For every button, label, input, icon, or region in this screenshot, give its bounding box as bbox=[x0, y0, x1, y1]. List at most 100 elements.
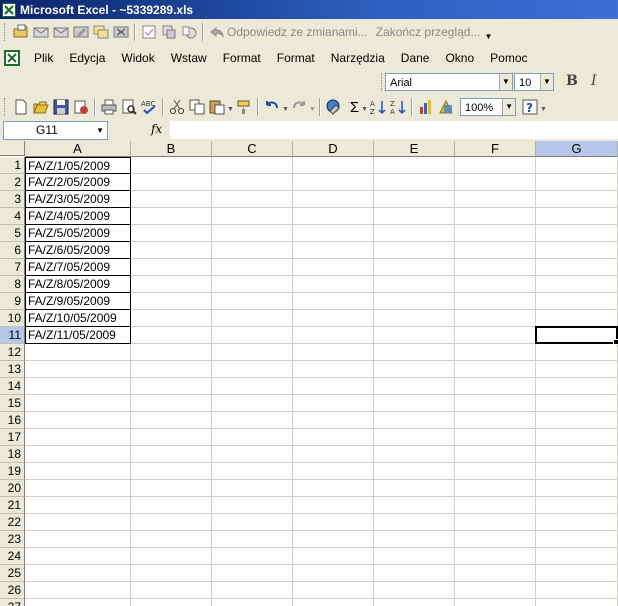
row-header-26[interactable]: 26 bbox=[0, 582, 25, 599]
cell-b18[interactable] bbox=[131, 446, 212, 463]
cell-e20[interactable] bbox=[374, 480, 455, 497]
cell-a10[interactable]: FA/Z/10/05/2009 bbox=[25, 310, 131, 327]
cell-a21[interactable] bbox=[25, 497, 131, 514]
reply-with-changes-icon[interactable] bbox=[209, 24, 225, 40]
row-header-3[interactable]: 3 bbox=[0, 191, 25, 208]
cell-f14[interactable] bbox=[455, 378, 536, 395]
cell-d19[interactable] bbox=[293, 463, 374, 480]
cell-a16[interactable] bbox=[25, 412, 131, 429]
cell-g23[interactable] bbox=[536, 531, 618, 548]
cell-d2[interactable] bbox=[293, 174, 374, 191]
row-header-18[interactable]: 18 bbox=[0, 446, 25, 463]
revisions-icon[interactable] bbox=[181, 24, 197, 40]
cell-e13[interactable] bbox=[374, 361, 455, 378]
cell-f17[interactable] bbox=[455, 429, 536, 446]
cell-d22[interactable] bbox=[293, 514, 374, 531]
row-header-21[interactable]: 21 bbox=[0, 497, 25, 514]
cell-a15[interactable] bbox=[25, 395, 131, 412]
menu-format[interactable]: Format bbox=[215, 51, 269, 65]
open-folder-icon[interactable] bbox=[33, 99, 49, 115]
edit-comment-icon[interactable] bbox=[73, 24, 89, 40]
menu-dane[interactable]: Dane bbox=[393, 51, 438, 65]
cell-b7[interactable] bbox=[131, 259, 212, 276]
cell-a24[interactable] bbox=[25, 548, 131, 565]
cell-g5[interactable] bbox=[536, 225, 618, 242]
save-icon[interactable] bbox=[53, 99, 69, 115]
cell-f26[interactable] bbox=[455, 582, 536, 599]
cell-f2[interactable] bbox=[455, 174, 536, 191]
row-header-14[interactable]: 14 bbox=[0, 378, 25, 395]
cell-c14[interactable] bbox=[212, 378, 293, 395]
cell-b13[interactable] bbox=[131, 361, 212, 378]
cell-b23[interactable] bbox=[131, 531, 212, 548]
cell-g20[interactable] bbox=[536, 480, 618, 497]
row-header-25[interactable]: 25 bbox=[0, 565, 25, 582]
cell-d18[interactable] bbox=[293, 446, 374, 463]
cell-d23[interactable] bbox=[293, 531, 374, 548]
cell-b4[interactable] bbox=[131, 208, 212, 225]
cell-d5[interactable] bbox=[293, 225, 374, 242]
cell-b21[interactable] bbox=[131, 497, 212, 514]
cell-e16[interactable] bbox=[374, 412, 455, 429]
cell-a4[interactable]: FA/Z/4/05/2009 bbox=[25, 208, 131, 225]
cell-c3[interactable] bbox=[212, 191, 293, 208]
cell-d13[interactable] bbox=[293, 361, 374, 378]
cell-f27[interactable] bbox=[455, 599, 536, 606]
font-dropdown-arrow-icon[interactable]: ▼ bbox=[499, 74, 512, 90]
cell-f3[interactable] bbox=[455, 191, 536, 208]
protect-sharing-icon[interactable] bbox=[161, 24, 177, 40]
cell-f4[interactable] bbox=[455, 208, 536, 225]
cell-d11[interactable] bbox=[293, 327, 374, 344]
cell-c4[interactable] bbox=[212, 208, 293, 225]
column-header-g[interactable]: G bbox=[536, 141, 618, 157]
cell-e22[interactable] bbox=[374, 514, 455, 531]
cell-b11[interactable] bbox=[131, 327, 212, 344]
cell-f25[interactable] bbox=[455, 565, 536, 582]
cell-f5[interactable] bbox=[455, 225, 536, 242]
cell-b2[interactable] bbox=[131, 174, 212, 191]
hyperlink-icon[interactable] bbox=[326, 99, 342, 115]
cell-e3[interactable] bbox=[374, 191, 455, 208]
cell-g10[interactable] bbox=[536, 310, 618, 327]
cell-e12[interactable] bbox=[374, 344, 455, 361]
column-header-a[interactable]: A bbox=[25, 141, 131, 157]
column-header-d[interactable]: D bbox=[293, 141, 374, 157]
cell-c9[interactable] bbox=[212, 293, 293, 310]
cell-e2[interactable] bbox=[374, 174, 455, 191]
cell-c26[interactable] bbox=[212, 582, 293, 599]
cell-e7[interactable] bbox=[374, 259, 455, 276]
redo-dropdown-icon[interactable]: ▼ bbox=[309, 106, 316, 113]
cell-d7[interactable] bbox=[293, 259, 374, 276]
cell-d24[interactable] bbox=[293, 548, 374, 565]
cell-f20[interactable] bbox=[455, 480, 536, 497]
cell-f18[interactable] bbox=[455, 446, 536, 463]
column-header-b[interactable]: B bbox=[131, 141, 212, 157]
cell-d9[interactable] bbox=[293, 293, 374, 310]
cell-d14[interactable] bbox=[293, 378, 374, 395]
workbook-icon[interactable] bbox=[4, 49, 20, 66]
new-document-icon[interactable] bbox=[13, 99, 29, 115]
row-header-7[interactable]: 7 bbox=[0, 259, 25, 276]
delete-comment-icon[interactable] bbox=[113, 24, 129, 40]
row-header-2[interactable]: 2 bbox=[0, 174, 25, 191]
cell-c15[interactable] bbox=[212, 395, 293, 412]
menu-edycja[interactable]: Edycja bbox=[61, 51, 113, 65]
menu-widok[interactable]: Widok bbox=[113, 51, 162, 65]
cell-g1[interactable] bbox=[536, 157, 618, 174]
cell-d26[interactable] bbox=[293, 582, 374, 599]
cell-c10[interactable] bbox=[212, 310, 293, 327]
column-header-c[interactable]: C bbox=[212, 141, 293, 157]
cell-b25[interactable] bbox=[131, 565, 212, 582]
cell-a6[interactable]: FA/Z/6/05/2009 bbox=[25, 242, 131, 259]
row-header-10[interactable]: 10 bbox=[0, 310, 25, 327]
cell-e15[interactable] bbox=[374, 395, 455, 412]
menu-pomoc[interactable]: Pomoc bbox=[482, 51, 535, 65]
cell-c6[interactable] bbox=[212, 242, 293, 259]
insert-function-button[interactable]: fx bbox=[151, 122, 162, 136]
bold-button[interactable]: B bbox=[566, 73, 578, 89]
name-box-dropdown-icon[interactable]: ▼ bbox=[96, 122, 104, 139]
menu-wstaw[interactable]: Wstaw bbox=[163, 51, 215, 65]
row-header-20[interactable]: 20 bbox=[0, 480, 25, 497]
cell-c17[interactable] bbox=[212, 429, 293, 446]
cell-c24[interactable] bbox=[212, 548, 293, 565]
